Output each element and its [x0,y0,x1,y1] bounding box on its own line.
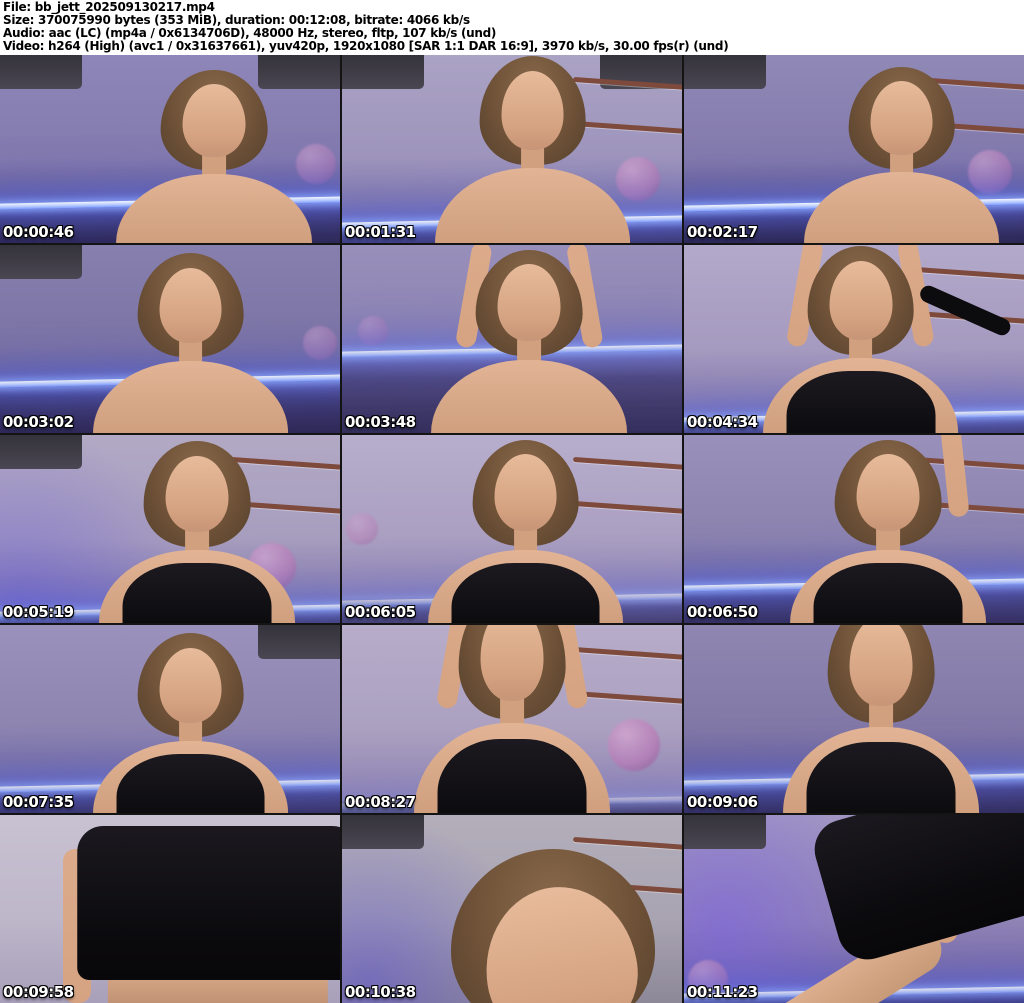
person-shoulders [431,359,627,433]
black-tank-top [451,562,600,623]
person-figure [62,815,340,1003]
timestamp-overlay: 00:06:50 [687,603,758,621]
person-face [501,71,564,150]
wall-panel-left [342,55,424,89]
person-face [856,454,920,532]
timestamp-overlay: 00:04:34 [687,413,758,431]
timestamp-overlay: 00:09:58 [3,983,74,1001]
video-thumbnail: 00:09:58 [0,815,340,1003]
person-face [165,455,229,533]
timestamp-overlay: 00:09:06 [687,793,758,811]
exercise-ball [296,144,337,185]
video-thumbnail: 00:04:34 [684,245,1024,433]
timestamp-overlay: 00:10:38 [345,983,416,1001]
wall-panel-left [0,245,82,279]
person-shoulders [803,172,1000,243]
person-face [182,83,246,157]
person-shoulders [92,361,289,433]
timestamp-overlay: 00:05:19 [3,603,74,621]
person-figure [783,625,979,813]
video-thumbnail: 00:02:17 [684,55,1024,243]
person-face [159,647,222,724]
video-thumbnail: 00:11:23 [684,815,1024,1003]
person-face [849,625,913,706]
video-thumbnail: 00:08:27 [342,625,682,813]
black-tank-top [122,563,272,623]
person-figure [790,435,986,623]
timestamp-overlay: 00:08:27 [345,793,416,811]
person-figure [92,253,289,433]
person-face [829,261,893,340]
person-figure [763,245,1014,433]
black-tank-top [813,562,963,623]
person-shoulders [76,826,340,981]
person-face [159,267,222,344]
person-figure [803,66,1000,243]
wall-panel-left [684,815,766,849]
video-info-line: Video: h264 (High) (avc1 / 0x31637661), … [3,39,729,53]
video-thumbnail: 00:09:06 [684,625,1024,813]
video-thumbnail: 00:01:31 [342,55,682,243]
person-legs [107,976,328,1003]
video-thumbnail: 00:06:50 [684,435,1024,623]
wall-panel-right [258,625,340,659]
black-tank-top [786,371,936,433]
wall-panel-left [342,815,424,849]
exercise-ball [346,513,379,545]
person-figure [708,815,1024,1003]
timestamp-overlay: 00:03:48 [345,413,416,431]
exercise-ball [357,316,388,347]
timestamp-overlay: 00:06:05 [345,603,416,621]
person-face [497,264,561,342]
exercise-ball [302,325,337,360]
person-figure [431,245,627,433]
wall-panel-left [0,55,82,89]
person-shoulders [807,815,1024,967]
person-shoulders [116,173,312,243]
person-figure [116,70,312,243]
black-tank-top [116,753,265,813]
timestamp-overlay: 00:02:17 [687,223,758,241]
video-thumbnail: 00:06:05 [342,435,682,623]
thumbnail-grid: 00:00:46 00:01:31 00:02:17 00:03:02 00:0… [0,55,1024,1003]
video-thumbnail: 00:03:48 [342,245,682,433]
person-figure [99,441,295,623]
video-thumbnail: 00:00:46 [0,55,340,243]
person-shoulders [434,168,631,243]
timestamp-overlay: 00:01:31 [345,223,416,241]
person-face [494,454,557,532]
person-arm-right [935,435,970,518]
person-figure [427,439,624,623]
person-figure [450,845,655,1003]
video-thumbnail: 00:03:02 [0,245,340,433]
person-face [480,625,544,701]
video-thumbnail: 00:10:38 [342,815,682,1003]
timestamp-overlay: 00:07:35 [3,793,74,811]
person-figure [434,56,631,243]
timestamp-overlay: 00:03:02 [3,413,74,431]
timestamp-overlay: 00:11:23 [687,983,758,1001]
person-figure [414,625,610,813]
wall-panel-left [0,435,82,469]
timestamp-overlay: 00:00:46 [3,223,74,241]
video-thumbnail: 00:07:35 [0,625,340,813]
media-info-header: File: bb_jett_202509130217.mp4 Size: 370… [0,0,1024,55]
video-thumbnail: 00:05:19 [0,435,340,623]
wall-panel-left [684,55,766,89]
exercise-ball [608,719,661,772]
exercise-ball [615,157,660,202]
person-figure [92,633,289,813]
person-face [870,80,933,155]
